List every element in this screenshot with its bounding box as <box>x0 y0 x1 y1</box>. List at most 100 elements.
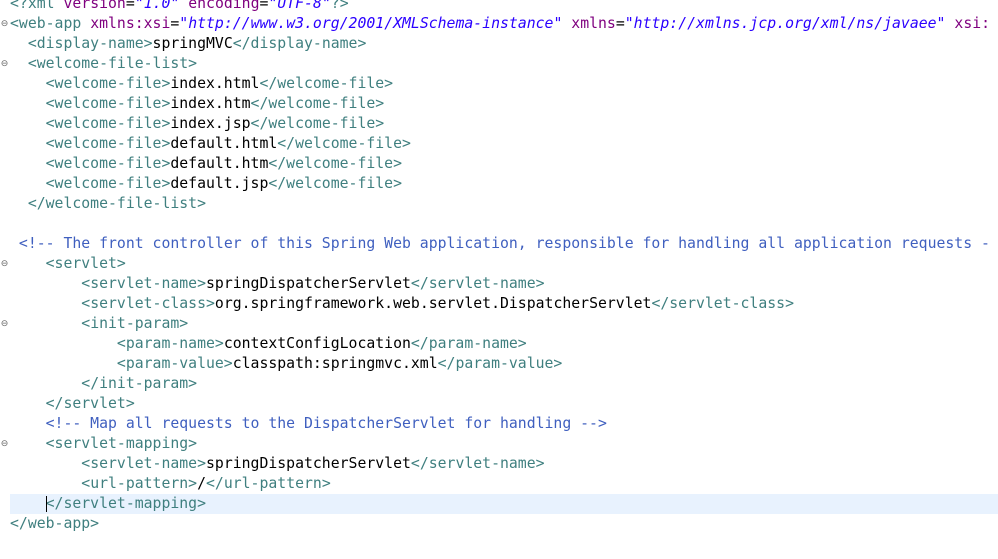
collapse-minus-icon[interactable]: ⊖ <box>0 440 9 449</box>
code-token: <welcome-file> <box>45 75 171 92</box>
code-token: <url-pattern> <box>81 475 198 492</box>
code-line[interactable]: <servlet-name>springDispatcherServlet</s… <box>10 274 998 294</box>
code-line[interactable]: <web-app xmlns:xsi="http://www.w3.org/20… <box>10 14 998 34</box>
code-token: </welcome-file> <box>277 135 411 152</box>
code-token: </welcome-file> <box>268 155 402 172</box>
code-token: springDispatcherServlet <box>206 455 411 472</box>
code-line[interactable]: <?xml version="1.0" encoding="UTF-8"?> <box>10 0 998 14</box>
code-line[interactable]: <welcome-file>index.htm</welcome-file> <box>10 94 998 114</box>
code-token: </welcome-file> <box>250 115 385 132</box>
code-line[interactable]: <welcome-file>default.html</welcome-file… <box>10 134 998 154</box>
code-token: = <box>615 15 625 32</box>
code-token: </web-app> <box>10 515 100 532</box>
code-token: default.html <box>170 135 278 152</box>
code-token: = <box>170 15 180 32</box>
code-token: index.html <box>170 75 260 92</box>
code-line[interactable]: <param-name>contextConfigLocation</param… <box>10 334 998 354</box>
code-line[interactable]: </servlet-mapping> <box>10 494 998 514</box>
code-line[interactable]: <welcome-file-list> <box>10 54 998 74</box>
code-token: version <box>63 0 126 12</box>
code-line[interactable]: <!-- The front controller of this Spring… <box>10 234 998 254</box>
code-token: </welcome-file> <box>268 175 402 192</box>
code-token: </param-name> <box>410 335 527 352</box>
text-cursor <box>46 496 47 512</box>
code-line[interactable]: <url-pattern>/</url-pattern> <box>10 474 998 494</box>
code-line[interactable]: <display-name>springMVC</display-name> <box>10 34 998 54</box>
code-line[interactable] <box>10 214 998 234</box>
code-line[interactable]: <welcome-file>index.html</welcome-file> <box>10 74 998 94</box>
code-token: "UTF-8" <box>268 0 331 12</box>
code-line[interactable]: <welcome-file>index.jsp</welcome-file> <box>10 114 998 134</box>
code-line[interactable]: <servlet-mapping> <box>10 434 998 454</box>
code-token: <welcome-file> <box>45 135 171 152</box>
code-token: springDispatcherServlet <box>206 275 411 292</box>
collapse-minus-icon[interactable]: ⊖ <box>0 320 9 329</box>
code-token: = <box>125 0 135 12</box>
code-token: <servlet-class> <box>81 295 215 312</box>
code-token: </init-param> <box>81 375 198 392</box>
code-line[interactable]: </init-param> <box>10 374 998 394</box>
code-token: <!-- The front controller of this Spring… <box>18 235 990 252</box>
code-token: </servlet-name> <box>410 455 545 472</box>
code-line[interactable]: <servlet-class>org.springframework.web.s… <box>10 294 998 314</box>
code-line[interactable]: <init-param> <box>10 314 998 334</box>
code-token: classpath:springmvc.xml <box>232 355 438 372</box>
code-token: org.springframework.web.servlet.Dispatch… <box>214 295 652 312</box>
code-token: </servlet> <box>45 395 135 412</box>
collapse-minus-icon[interactable]: ⊖ <box>0 60 9 69</box>
code-token: </welcome-file-list> <box>27 195 206 212</box>
code-line[interactable]: </servlet> <box>10 394 998 414</box>
code-line[interactable]: <!-- Map all requests to the DispatcherS… <box>10 414 998 434</box>
code-token: <servlet-mapping> <box>45 435 198 452</box>
code-token: index.htm <box>170 95 251 112</box>
code-token: <servlet-name> <box>81 455 206 472</box>
code-token: xml <box>27 0 64 12</box>
code-token: "http://www.w3.org/2001/XMLSchema-instan… <box>179 15 563 32</box>
code-line[interactable]: </web-app> <box>10 514 998 534</box>
code-token: xmlns:xsi <box>90 15 171 32</box>
code-token: index.jsp <box>170 115 251 132</box>
code-token: </url-pattern> <box>206 475 331 492</box>
xml-editor[interactable]: ⊖ ⊖ ⊖ ⊖ ⊖ <?xml version="1.0" encoding="UTF-… <box>0 0 998 559</box>
code-token: xsi: <box>954 15 991 32</box>
code-token: <param-value> <box>116 355 233 372</box>
code-token: contextConfigLocation <box>223 335 411 352</box>
code-line[interactable]: <welcome-file>default.htm</welcome-file> <box>10 154 998 174</box>
code-line[interactable]: <servlet> <box>10 254 998 274</box>
code-token: <display-name> <box>27 35 153 52</box>
code-line[interactable]: <servlet-name>springDispatcherServlet</s… <box>10 454 998 474</box>
code-line[interactable]: </welcome-file-list> <box>10 194 998 214</box>
code-token: <init-param> <box>81 315 189 332</box>
collapse-minus-icon[interactable]: ⊖ <box>0 260 9 269</box>
code-token: <servlet-name> <box>81 275 206 292</box>
code-token: <param-name> <box>116 335 224 352</box>
code-token: <!-- Map all requests to the DispatcherS… <box>45 415 607 432</box>
code-line[interactable]: <welcome-file>default.jsp</welcome-file> <box>10 174 998 194</box>
code-token: </param-value> <box>437 355 563 372</box>
code-token: <web-app <box>10 15 91 32</box>
code-area[interactable]: <?xml version="1.0" encoding="UTF-8"?> <w… <box>10 0 998 534</box>
code-token: </welcome-file> <box>259 75 394 92</box>
code-line[interactable]: <param-value>classpath:springmvc.xml</pa… <box>10 354 998 374</box>
collapse-minus-icon[interactable]: ⊖ <box>0 20 9 29</box>
